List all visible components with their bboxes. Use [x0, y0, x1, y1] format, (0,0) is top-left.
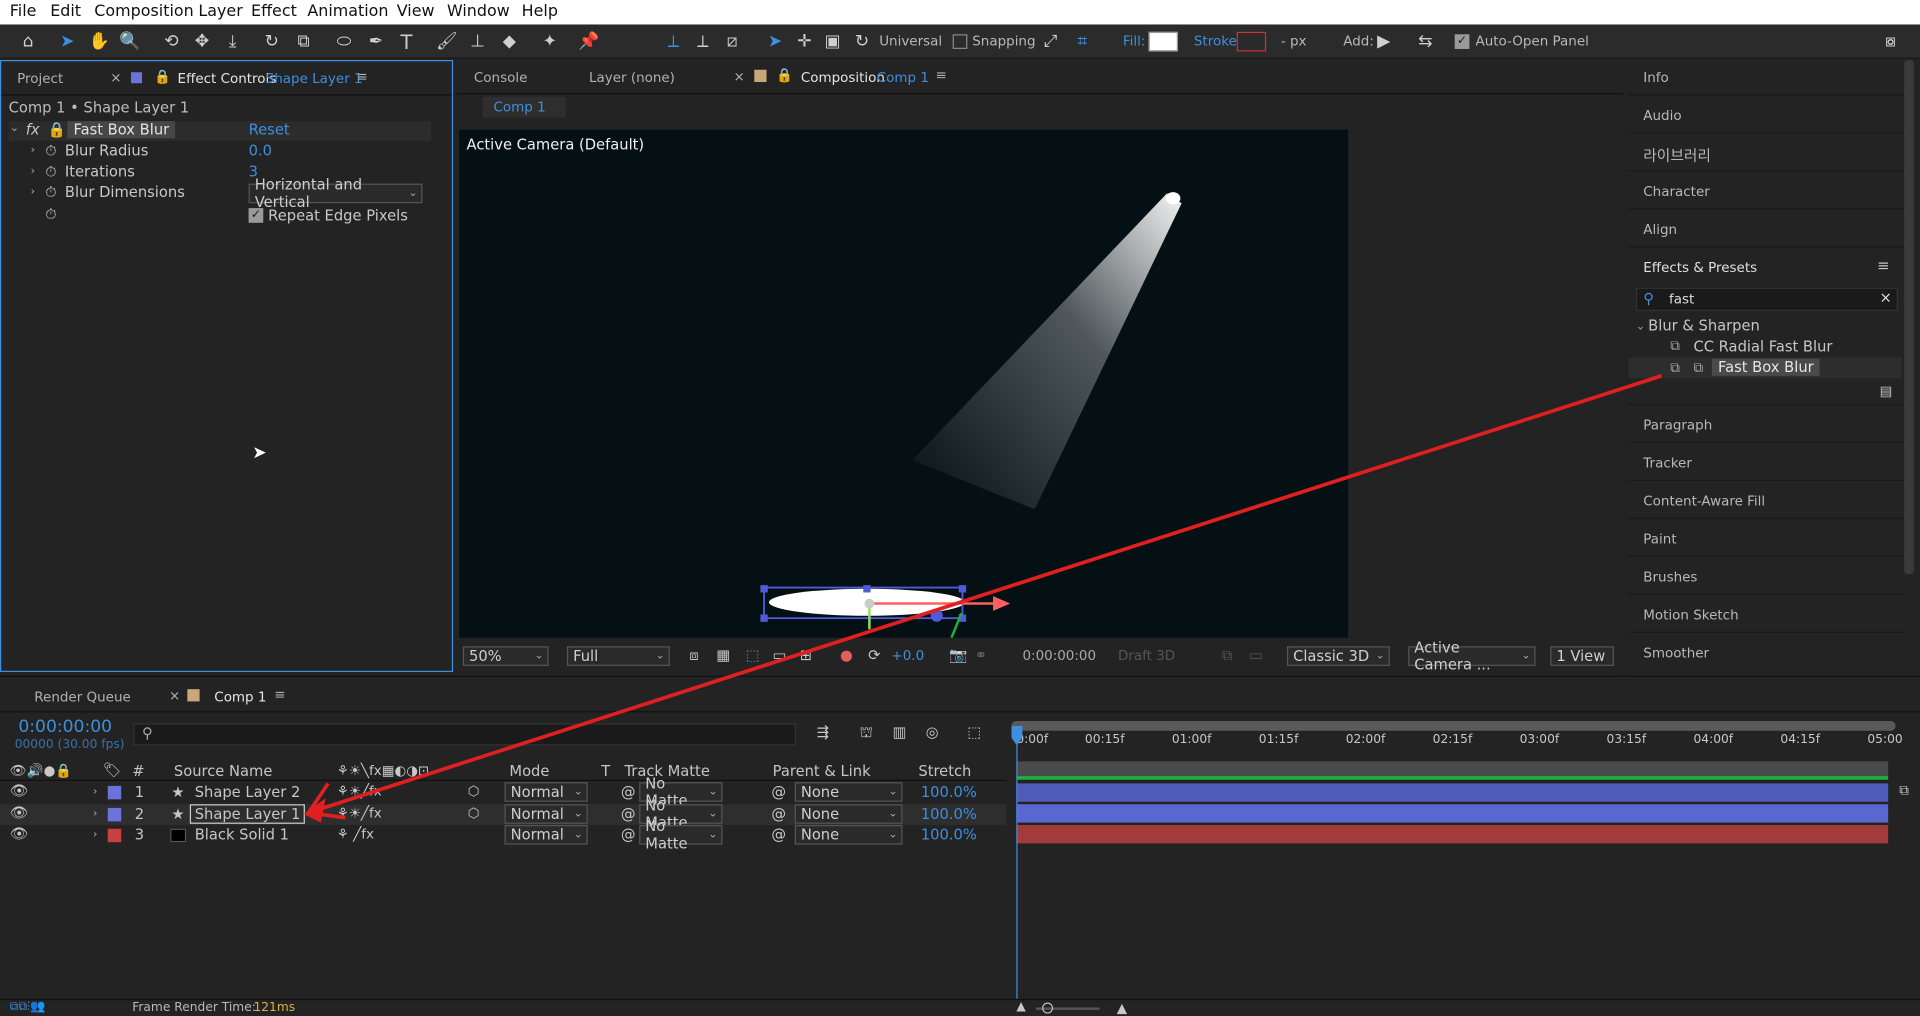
- tutorial-arrow-overlay: [303, 374, 1663, 823]
- drag-arrow-line: [315, 374, 1663, 813]
